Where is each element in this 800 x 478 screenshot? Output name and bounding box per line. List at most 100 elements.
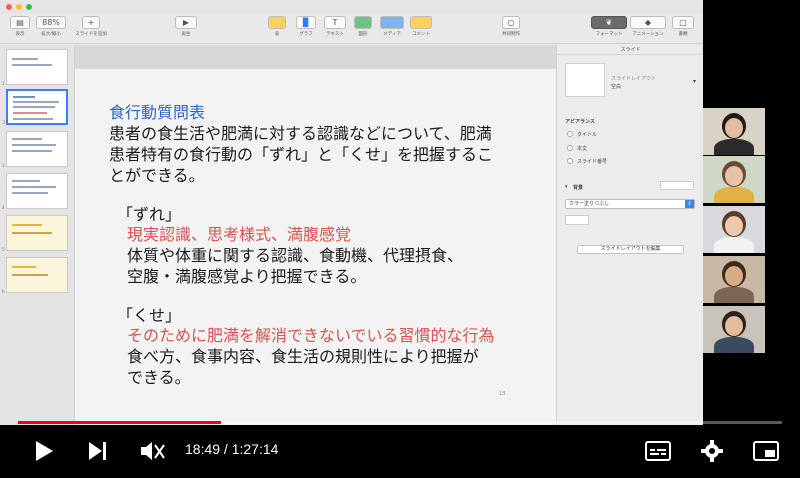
body-checkbox[interactable]: [567, 145, 573, 151]
slide-number-checkbox[interactable]: [567, 158, 573, 164]
participant-face: [725, 118, 743, 138]
slide-thumbnail[interactable]: 5: [2, 215, 68, 252]
document-button[interactable]: □ 書類: [672, 16, 694, 42]
slide-number: 4: [2, 205, 5, 210]
animate-icon: ◆: [630, 16, 666, 29]
text-button[interactable]: T テキスト: [324, 16, 346, 42]
shape-label: 図形: [358, 32, 368, 37]
layout-preview[interactable]: [565, 63, 605, 97]
slide-number: 5: [2, 247, 5, 252]
play-icon[interactable]: [33, 439, 55, 463]
media-button[interactable]: メディア: [380, 16, 404, 42]
slide[interactable]: 食行動質問表 患者の食生活や肥満に対する認識などについて、肥満 患者特有の食行動…: [75, 69, 556, 425]
play-label: 再生: [181, 32, 191, 37]
collaborate-icon: ○: [502, 16, 520, 29]
participant-body: [714, 139, 754, 155]
slide-canvas: 食行動質問表 患者の食生活や肥満に対する認識などについて、肥満 患者特有の食行動…: [75, 45, 556, 425]
slide-number: 3: [2, 163, 5, 168]
plus-icon: +: [82, 16, 100, 29]
shape-icon: [354, 16, 372, 29]
mute-icon[interactable]: [139, 440, 165, 462]
close-window-button[interactable]: [6, 4, 12, 10]
inspector-panel: スライド スライドレイアウト 空白 ▾ アピアランス タイトル 本文 スライド番…: [556, 45, 703, 425]
media-icon: [380, 16, 404, 29]
zoom-window-button[interactable]: [26, 4, 32, 10]
collaborate-button[interactable]: ○ 共同制作: [496, 16, 526, 42]
fill-select[interactable]: カラー塗りつぶし ↕: [565, 199, 695, 209]
participant-body: [714, 337, 754, 353]
participant-body: [714, 287, 754, 303]
slide-number: 1: [2, 81, 5, 86]
toolbar: ▤ 表示 88% 拡大/縮小 + スライドを追加 ▶ 再生 表 ▉ グラフ T …: [0, 14, 703, 44]
text-label: テキスト: [326, 32, 344, 37]
comment-icon: [410, 16, 432, 29]
disclosure-triangle-icon[interactable]: ▾: [565, 184, 568, 190]
comment-label: コメント: [412, 32, 430, 37]
view-button[interactable]: ▤ 表示: [10, 16, 30, 42]
miniplayer-icon[interactable]: [753, 441, 779, 461]
document-icon: □: [672, 16, 694, 29]
comment-button[interactable]: コメント: [410, 16, 432, 42]
participant-video: [703, 108, 765, 155]
color-well[interactable]: [660, 181, 694, 190]
slide-thumbnail[interactable]: 6: [2, 257, 68, 294]
slide-thumbnail[interactable]: 3: [2, 131, 68, 168]
participant-face: [725, 216, 743, 236]
format-button[interactable]: ❦ フォーマット: [591, 16, 627, 42]
participant-body: [714, 237, 754, 253]
slide-number: 2: [3, 120, 6, 125]
media-label: メディア: [383, 32, 401, 37]
collaborate-label: 共同制作: [502, 32, 520, 37]
animate-label: アニメーション: [632, 32, 664, 37]
shape-button[interactable]: 図形: [354, 16, 372, 42]
add-slide-label: スライドを追加: [75, 32, 107, 37]
participant-video: [703, 256, 765, 303]
document-label: 書類: [678, 32, 688, 37]
slide-number: 6: [2, 289, 5, 294]
add-slide-button[interactable]: + スライドを追加: [72, 16, 110, 42]
format-label: フォーマット: [595, 32, 623, 37]
text-icon: T: [324, 16, 346, 29]
layout-label: スライドレイアウト: [611, 76, 657, 82]
inspector-tab-slide[interactable]: スライド: [557, 45, 703, 55]
fill-select-value: カラー塗りつぶし: [569, 201, 610, 207]
chart-icon: ▉: [296, 16, 316, 29]
participant-video: [703, 206, 765, 253]
option-label: 本文: [577, 146, 588, 152]
view-label: 表示: [15, 32, 25, 37]
sidebar-icon: ▤: [10, 16, 30, 29]
option-label: スライド番号: [577, 159, 608, 165]
chevron-down-icon[interactable]: ▾: [693, 78, 696, 85]
keynote-window: ▤ 表示 88% 拡大/縮小 + スライドを追加 ▶ 再生 表 ▉ グラフ T …: [0, 0, 703, 425]
participant-face: [725, 166, 743, 186]
slide-thumbnail-selected[interactable]: 2: [3, 89, 68, 125]
video-frame: ▤ 表示 88% 拡大/縮小 + スライドを追加 ▶ 再生 表 ▉ グラフ T …: [0, 0, 800, 478]
layout-value[interactable]: 空白: [611, 83, 621, 90]
select-arrow-icon: ↕: [685, 200, 694, 208]
table-button[interactable]: 表: [268, 16, 286, 42]
slide-thumbnail[interactable]: 1: [2, 49, 68, 86]
slide-text: できる。: [127, 368, 191, 387]
next-icon[interactable]: [86, 440, 110, 462]
title-bar: [0, 0, 703, 14]
settings-gear-icon[interactable]: [701, 440, 723, 462]
color-swatch[interactable]: [565, 215, 589, 225]
zoom-value: 88%: [36, 16, 66, 29]
participant-video: [703, 306, 765, 353]
participant-face: [725, 266, 743, 286]
edit-slide-layout-button[interactable]: スライドレイアウトを編集: [577, 245, 684, 254]
slide-text: 空腹・満腹感覚より把握できる。: [127, 267, 367, 286]
slide-thumbnail[interactable]: 4: [2, 173, 68, 210]
animate-button[interactable]: ◆ アニメーション: [630, 16, 666, 42]
play-button[interactable]: ▶ 再生: [175, 16, 197, 42]
participant-face: [725, 316, 743, 336]
participant-video: [703, 156, 765, 203]
time-display: 18:49 / 1:27:14: [185, 441, 279, 457]
background-title: 背景: [573, 185, 584, 191]
subtitles-icon[interactable]: [645, 441, 671, 461]
title-checkbox[interactable]: [567, 131, 573, 137]
participant-body: [714, 187, 754, 203]
chart-button[interactable]: ▉ グラフ: [296, 16, 316, 42]
zoom-button[interactable]: 88% 拡大/縮小: [36, 16, 66, 42]
minimize-window-button[interactable]: [16, 4, 22, 10]
